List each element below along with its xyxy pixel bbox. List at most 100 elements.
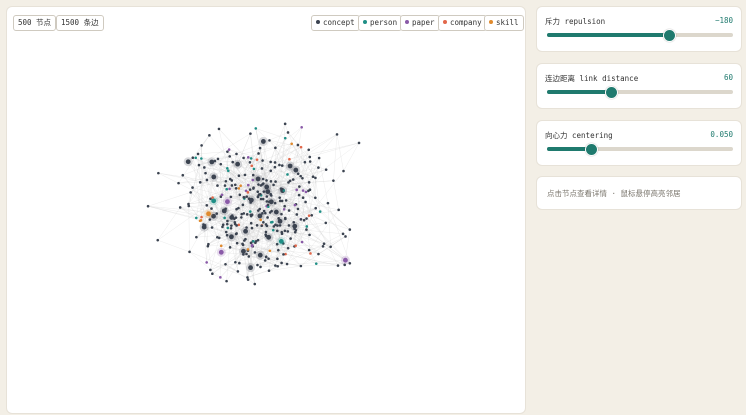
graph-node[interactable] bbox=[265, 189, 271, 195]
graph-node[interactable] bbox=[273, 209, 279, 215]
graph-node[interactable] bbox=[292, 223, 298, 229]
graph-node[interactable] bbox=[274, 180, 277, 183]
graph-node[interactable] bbox=[256, 195, 260, 199]
graph-node[interactable] bbox=[233, 221, 237, 224]
graph-node[interactable] bbox=[260, 167, 264, 170]
graph-node[interactable] bbox=[286, 246, 290, 250]
graph-node[interactable] bbox=[269, 192, 272, 196]
graph-panel[interactable]: 500 节点 1500 条边 concept person paper comp… bbox=[6, 6, 526, 414]
graph-node[interactable] bbox=[357, 141, 361, 145]
graph-node[interactable] bbox=[220, 193, 224, 197]
graph-node[interactable] bbox=[335, 133, 339, 136]
graph-node[interactable] bbox=[224, 179, 228, 183]
graph-node[interactable] bbox=[278, 199, 282, 203]
graph-node[interactable] bbox=[303, 160, 307, 164]
graph-node[interactable] bbox=[241, 203, 245, 207]
graph-node[interactable] bbox=[235, 241, 239, 245]
graph-node[interactable] bbox=[301, 196, 305, 200]
graph-node[interactable] bbox=[241, 242, 244, 246]
graph-node[interactable] bbox=[348, 228, 352, 231]
graph-node[interactable] bbox=[314, 206, 318, 210]
graph-node[interactable] bbox=[305, 225, 309, 228]
graph-node[interactable] bbox=[266, 203, 270, 207]
graph-node[interactable] bbox=[250, 226, 254, 230]
graph-node[interactable] bbox=[262, 220, 265, 224]
graph-node[interactable] bbox=[226, 166, 229, 170]
graph-node[interactable] bbox=[235, 232, 238, 235]
graph-node[interactable] bbox=[246, 183, 250, 187]
graph-node[interactable] bbox=[336, 264, 340, 267]
graph-node[interactable] bbox=[343, 257, 348, 263]
graph-node[interactable] bbox=[307, 181, 311, 184]
graph-node[interactable] bbox=[255, 176, 261, 182]
graph-node[interactable] bbox=[304, 190, 308, 194]
graph-node[interactable] bbox=[287, 224, 291, 227]
graph-node[interactable] bbox=[246, 191, 250, 194]
graph-node[interactable] bbox=[249, 214, 253, 218]
graph-node[interactable] bbox=[267, 257, 270, 260]
graph-node[interactable] bbox=[256, 190, 260, 193]
graph-node[interactable] bbox=[248, 265, 253, 271]
centering-slider[interactable] bbox=[547, 143, 733, 156]
graph-node[interactable] bbox=[239, 184, 242, 188]
graph-node[interactable] bbox=[252, 239, 255, 243]
graph-node[interactable] bbox=[278, 238, 284, 244]
graph-node[interactable] bbox=[211, 272, 214, 276]
graph-node[interactable] bbox=[260, 139, 266, 144]
graph-node[interactable] bbox=[226, 150, 229, 153]
graph-node[interactable] bbox=[305, 217, 308, 220]
graph-node[interactable] bbox=[264, 230, 268, 234]
graph-node[interactable] bbox=[261, 212, 264, 215]
graph-node[interactable] bbox=[237, 174, 241, 178]
graph-node[interactable] bbox=[318, 210, 322, 213]
graph-node[interactable] bbox=[272, 183, 275, 187]
graph-node[interactable] bbox=[267, 269, 271, 272]
graph-node[interactable] bbox=[332, 179, 335, 182]
graph-node[interactable] bbox=[245, 195, 249, 198]
graph-node[interactable] bbox=[267, 200, 271, 204]
graph-node[interactable] bbox=[283, 229, 287, 233]
graph-node[interactable] bbox=[209, 159, 215, 165]
graph-node[interactable] bbox=[275, 229, 279, 233]
graph-node[interactable] bbox=[272, 225, 276, 228]
graph-node[interactable] bbox=[268, 139, 271, 142]
graph-node[interactable] bbox=[229, 234, 234, 240]
graph-node[interactable] bbox=[235, 152, 238, 156]
graph-node[interactable] bbox=[257, 183, 260, 186]
graph-node[interactable] bbox=[265, 179, 268, 182]
graph-node[interactable] bbox=[234, 260, 237, 264]
graph-node[interactable] bbox=[221, 223, 225, 227]
graph-node[interactable] bbox=[253, 251, 257, 254]
graph-node[interactable] bbox=[224, 230, 228, 234]
graph-node[interactable] bbox=[228, 246, 232, 249]
graph-node[interactable] bbox=[157, 171, 160, 175]
graph-node[interactable] bbox=[221, 208, 227, 214]
graph-node[interactable] bbox=[308, 188, 312, 192]
graph-node[interactable] bbox=[235, 161, 241, 167]
graph-node[interactable] bbox=[219, 244, 223, 248]
graph-node[interactable] bbox=[337, 208, 340, 212]
graph-node[interactable] bbox=[194, 216, 198, 220]
graph-node[interactable] bbox=[287, 163, 293, 169]
graph-node[interactable] bbox=[324, 221, 328, 225]
graph-node[interactable] bbox=[226, 219, 229, 223]
graph-node[interactable] bbox=[243, 228, 248, 234]
graph-node[interactable] bbox=[307, 148, 311, 152]
graph-node[interactable] bbox=[250, 164, 254, 168]
graph-node[interactable] bbox=[196, 152, 200, 156]
graph-node[interactable] bbox=[283, 204, 286, 208]
graph-node[interactable] bbox=[271, 228, 275, 232]
link-distance-slider-thumb[interactable] bbox=[605, 86, 619, 99]
graph-node[interactable] bbox=[189, 191, 192, 194]
graph-node[interactable] bbox=[264, 211, 267, 215]
graph-node[interactable] bbox=[217, 236, 221, 240]
graph-node[interactable] bbox=[188, 250, 191, 254]
graph-node[interactable] bbox=[248, 210, 252, 213]
graph-node[interactable] bbox=[259, 192, 262, 196]
graph-node[interactable] bbox=[255, 224, 259, 227]
graph-node[interactable] bbox=[211, 198, 217, 204]
graph-node[interactable] bbox=[249, 132, 252, 135]
graph-node[interactable] bbox=[229, 195, 233, 199]
graph-node[interactable] bbox=[300, 125, 303, 129]
graph-node[interactable] bbox=[238, 261, 241, 265]
